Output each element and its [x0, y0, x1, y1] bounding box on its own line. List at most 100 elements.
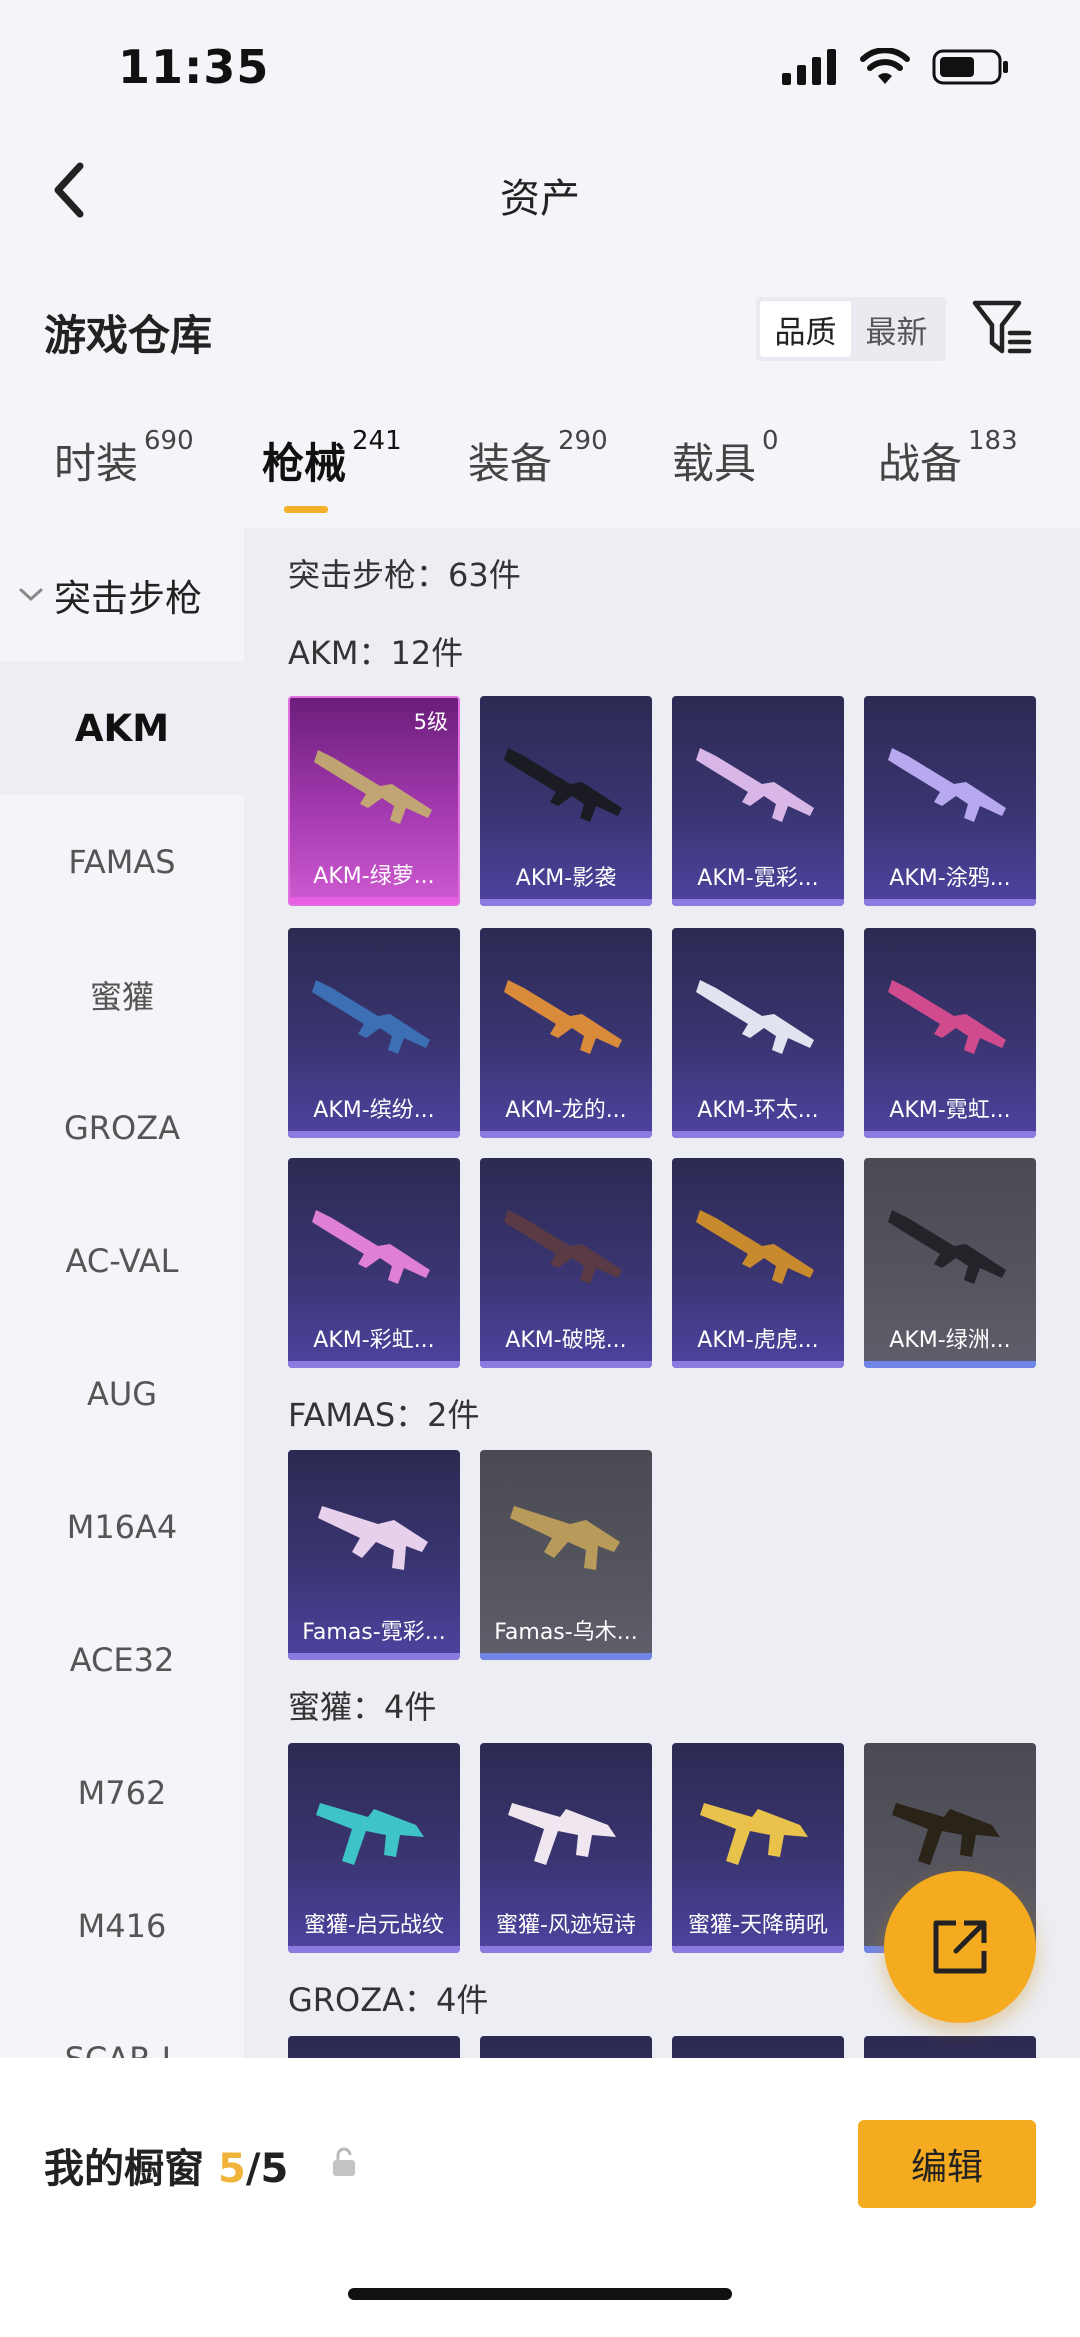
tab-label: 战备: [878, 439, 963, 488]
weapon-name: AKM-霓彩...: [697, 866, 819, 891]
rarity-bar: [864, 1131, 1036, 1138]
rifle-icon: [318, 1506, 428, 1570]
status-icons: [782, 48, 1010, 86]
sort-toggle: 品质 最新: [756, 297, 946, 361]
tab-firearms[interactable]: 枪械 241: [262, 426, 402, 520]
weapon-card[interactable]: [672, 2036, 844, 2058]
weapon-name: AKM-彩虹...: [313, 1328, 435, 1353]
smg-icon: [508, 1803, 616, 1865]
rarity-bar: [480, 1653, 652, 1660]
weapon-card[interactable]: AKM-缤纷...: [288, 928, 460, 1138]
nav-bar: 资产: [0, 140, 1080, 240]
sidebar-item-akm[interactable]: AKM: [0, 662, 244, 795]
category-header[interactable]: 突击步枪: [0, 528, 244, 662]
rarity-bar: [288, 1653, 460, 1660]
tab-label: 时装: [54, 439, 139, 488]
rarity-bar: [288, 1131, 460, 1138]
page-title: 资产: [500, 176, 580, 222]
sidebar-item-m416[interactable]: M416: [0, 1859, 244, 1992]
rarity-bar: [864, 899, 1036, 906]
rarity-bar: [864, 1361, 1036, 1368]
weapon-card[interactable]: AKM-霓虹...: [864, 928, 1036, 1138]
weapon-card[interactable]: AKM-彩虹...: [288, 1158, 460, 1368]
weapon-name: AKM-涂鸦...: [889, 866, 1011, 891]
rarity-bar: [480, 899, 652, 906]
battery-icon: [932, 49, 1008, 85]
sidebar-item-m762[interactable]: M762: [0, 1726, 244, 1859]
tab-label: 装备: [468, 439, 553, 488]
sidebar-item-mihuan[interactable]: 蜜獾: [0, 928, 244, 1061]
sort-quality-option[interactable]: 品质: [760, 301, 851, 357]
weapon-card[interactable]: 蜜獾-风迹短诗: [480, 1743, 652, 1953]
weapon-name: AKM-环太...: [697, 1098, 819, 1123]
weapon-card[interactable]: AKM-破晓...: [480, 1158, 652, 1368]
rifle-icon: [888, 748, 1006, 822]
rifle-icon: [510, 1506, 620, 1570]
filter-button[interactable]: [970, 296, 1034, 360]
rifle-icon: [504, 1210, 622, 1284]
tab-count: 690: [144, 426, 194, 456]
group-title-famas: FAMAS：2件: [288, 1396, 480, 1434]
sidebar-item-aug[interactable]: AUG: [0, 1327, 244, 1460]
weapon-card[interactable]: AKM-涂鸦...: [864, 696, 1036, 906]
rifle-icon: [696, 748, 814, 822]
status-time: 11:35: [118, 40, 270, 94]
tab-count: 0: [762, 426, 779, 456]
weapon-name: AKM-破晓...: [505, 1328, 627, 1353]
weapon-name: 蜜獾-风迹短诗: [496, 1913, 636, 1938]
sidebar-item-m16a4[interactable]: M16A4: [0, 1460, 244, 1593]
weapon-name: AKM-缤纷...: [313, 1098, 435, 1123]
weapon-card[interactable]: AKM-霓彩...: [672, 696, 844, 906]
rarity-bar: [480, 1361, 652, 1368]
weapon-card[interactable]: AKM-影袭: [480, 696, 652, 906]
weapon-card[interactable]: 5级 AKM-绿萝...: [288, 696, 460, 906]
tab-label: 枪械: [262, 439, 347, 488]
category-label: 突击步枪: [54, 577, 202, 620]
weapon-card[interactable]: [288, 2036, 460, 2058]
tab-label: 载具: [672, 439, 757, 488]
weapon-card[interactable]: AKM-虎虎...: [672, 1158, 844, 1368]
weapon-card[interactable]: [864, 2036, 1036, 2058]
weapon-card[interactable]: Famas-霓彩...: [288, 1450, 460, 1660]
weapon-name: AKM-霓虹...: [889, 1098, 1011, 1123]
active-tab-indicator: [284, 506, 328, 513]
weapon-card[interactable]: [480, 2036, 652, 2058]
smg-icon: [700, 1803, 808, 1865]
showcase-count: 5/5: [218, 2146, 288, 2192]
weapon-grid-panel: 突击步枪：63件 AKM：12件 5级 AKM-绿萝... AKM-影袭 AKM…: [244, 528, 1080, 2058]
rifle-icon: [696, 980, 814, 1054]
share-button[interactable]: [884, 1871, 1036, 2023]
tab-fashion[interactable]: 时装 690: [54, 426, 194, 520]
tab-count: 290: [558, 426, 608, 456]
home-indicator: [348, 2288, 732, 2300]
rarity-bar: [288, 1946, 460, 1953]
smg-icon: [316, 1803, 424, 1865]
group-title-akm: AKM：12件: [288, 634, 464, 672]
tab-equipment[interactable]: 装备 290: [468, 426, 608, 520]
weapon-card[interactable]: 蜜獾-天降萌吼: [672, 1743, 844, 1953]
sidebar-item-famas[interactable]: FAMAS: [0, 795, 244, 928]
weapon-card[interactable]: 蜜獾-启元战纹: [288, 1743, 460, 1953]
weapon-card[interactable]: AKM-龙的...: [480, 928, 652, 1138]
rarity-bar: [290, 897, 458, 904]
weapon-name: AKM-绿洲...: [889, 1328, 1011, 1353]
sidebar-item-ac-val[interactable]: AC-VAL: [0, 1194, 244, 1327]
status-bar: 11:35: [0, 0, 1080, 140]
rifle-icon: [312, 980, 430, 1054]
rifle-icon: [696, 1210, 814, 1284]
weapon-card[interactable]: AKM-绿洲...: [864, 1158, 1036, 1368]
sidebar-item-ace32[interactable]: ACE32: [0, 1593, 244, 1726]
tab-supplies[interactable]: 战备 183: [878, 426, 1018, 520]
sidebar-item-scar-l[interactable]: SCAR-L: [0, 1992, 244, 2059]
weapon-name: 蜜獾-启元战纹: [304, 1913, 444, 1938]
edit-button[interactable]: 编辑: [858, 2120, 1036, 2208]
section-title: 游戏仓库: [44, 311, 213, 360]
rifle-icon: [888, 980, 1006, 1054]
tab-vehicles[interactable]: 载具 0: [672, 426, 779, 520]
filter-icon: [972, 300, 1032, 354]
showcase-total: /5: [245, 2146, 289, 2192]
sort-latest-option[interactable]: 最新: [851, 301, 942, 357]
weapon-card[interactable]: Famas-乌木...: [480, 1450, 652, 1660]
weapon-card[interactable]: AKM-环太...: [672, 928, 844, 1138]
sidebar-item-groza[interactable]: GROZA: [0, 1061, 244, 1194]
